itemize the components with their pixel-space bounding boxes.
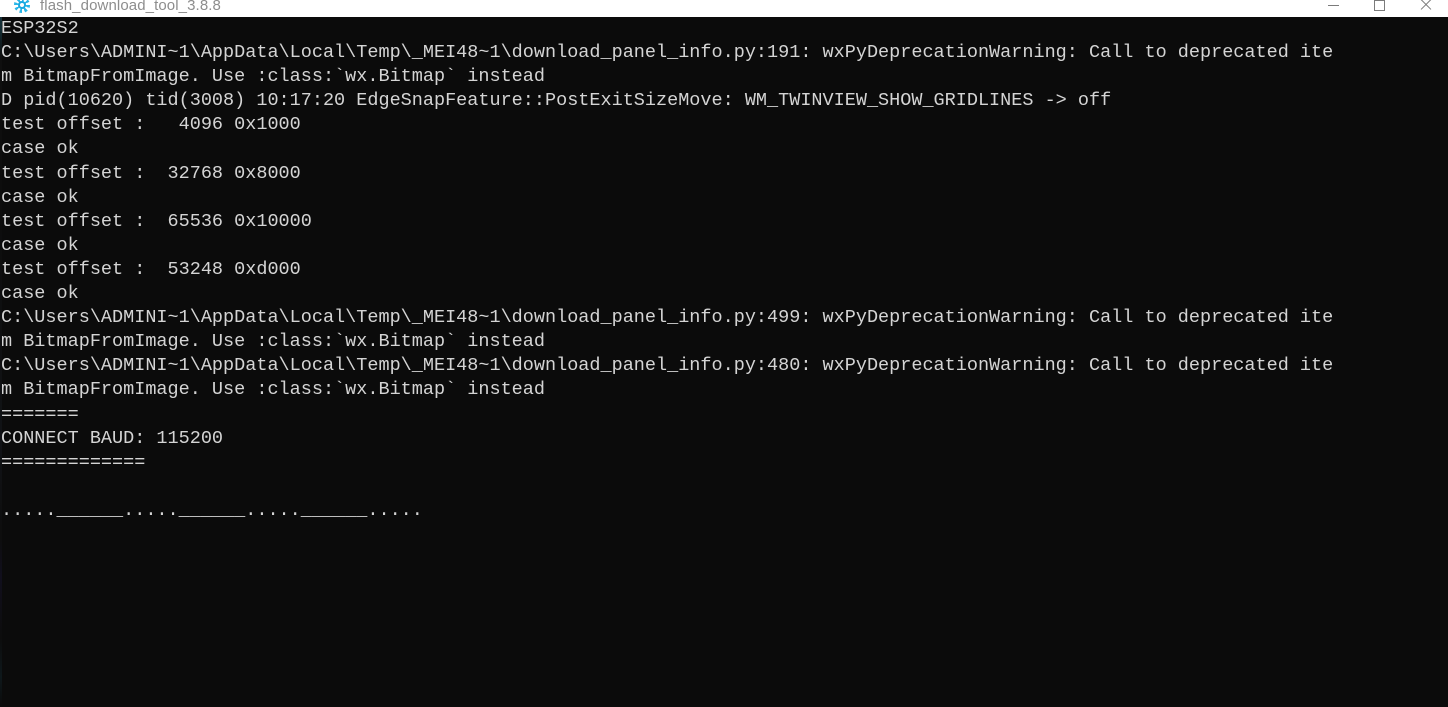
- gear-hole: [20, 3, 24, 7]
- console-line: m BitmapFromImage. Use :class:`wx.Bitmap…: [1, 379, 545, 401]
- console-line: ESP32S2: [1, 18, 79, 39]
- console-line: case ok: [1, 138, 79, 160]
- console-line: test offset : 4096 0x1000: [1, 114, 301, 136]
- console-line: test offset : 53248 0xd000: [1, 258, 301, 280]
- close-icon: [1419, 0, 1431, 11]
- console-line: .....______.....______.....______.....: [1, 499, 423, 521]
- console-output-panel[interactable]: ESP32S2 C:\Users\ADMINI~1\AppData\Local\T…: [0, 17, 1448, 707]
- window-controls: [1310, 0, 1448, 17]
- console-line: C:\Users\ADMINI~1\AppData\Local\Temp\_ME…: [1, 355, 1334, 377]
- minimize-icon: [1327, 4, 1339, 6]
- console-line: case ok: [1, 234, 79, 256]
- console-line: test offset : 32768 0x8000: [1, 162, 301, 184]
- maximize-icon: [1373, 0, 1385, 11]
- console-line: C:\Users\ADMINI~1\AppData\Local\Temp\_ME…: [1, 307, 1334, 329]
- gear-icon: [14, 0, 30, 13]
- close-button[interactable]: [1402, 0, 1448, 17]
- maximize-button[interactable]: [1356, 0, 1402, 17]
- console-log: ESP32S2 C:\Users\ADMINI~1\AppData\Local\T…: [0, 17, 1448, 523]
- minimize-button[interactable]: [1310, 0, 1356, 17]
- console-line: case ok: [1, 283, 79, 305]
- window-title: flash_download_tool_3.8.8: [40, 0, 221, 14]
- console-line: case ok: [1, 186, 79, 208]
- console-line: D pid(10620) tid(3008) 10:17:20 EdgeSnap…: [1, 90, 1112, 112]
- console-line: m BitmapFromImage. Use :class:`wx.Bitmap…: [1, 331, 545, 353]
- title-bar-content: flash_download_tool_3.8.8: [0, 0, 1448, 17]
- console-line: test offset : 65536 0x10000: [1, 210, 312, 232]
- console-line: =============: [1, 451, 146, 473]
- console-line: m BitmapFromImage. Use :class:`wx.Bitmap…: [1, 66, 545, 88]
- title-bar[interactable]: flash_download_tool_3.8.8: [0, 0, 1448, 17]
- console-line: CONNECT BAUD: 115200: [1, 427, 224, 449]
- console-line: =======: [1, 403, 79, 425]
- console-line: C:\Users\ADMINI~1\AppData\Local\Temp\_ME…: [1, 42, 1334, 64]
